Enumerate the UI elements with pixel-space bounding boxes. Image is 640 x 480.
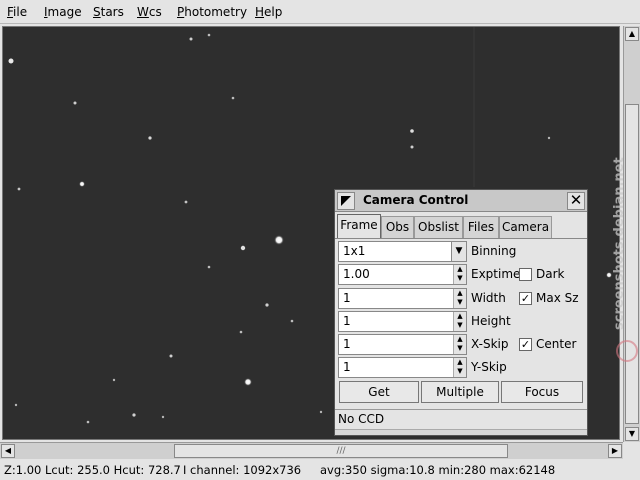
maxsz-label: Max Sz <box>536 291 579 305</box>
height-value: 1 <box>343 314 351 328</box>
scroll-right-arrow-icon[interactable]: ▶ <box>608 444 622 458</box>
maxsz-checkbox[interactable]: ✓ <box>519 292 532 305</box>
menu-image[interactable]: Image <box>44 4 82 20</box>
center-label: Center <box>536 337 577 351</box>
camera-status-bar <box>335 429 587 435</box>
status-bar: Z:1.00 Lcut: 255.0 Hcut: 728.7 I channel… <box>0 460 640 480</box>
close-icon[interactable]: ✕ <box>567 192 585 210</box>
menu-photometry[interactable]: Photometry <box>177 4 247 20</box>
debian-swirl-icon <box>616 340 638 362</box>
camera-window-title: Camera Control <box>363 193 469 207</box>
xskip-field[interactable]: 1 ▲ ▼ <box>338 334 467 355</box>
tab-frame[interactable]: Frame <box>337 214 381 238</box>
horizontal-scrollbar[interactable]: ◀ /// ▶ <box>0 442 623 459</box>
yskip-label: Y-Skip <box>471 360 507 374</box>
multiple-button[interactable]: Multiple <box>421 381 499 403</box>
height-field[interactable]: 1 ▲ ▼ <box>338 311 467 332</box>
exptime-value: 1.00 <box>343 267 370 281</box>
status-stats: avg:350 sigma:10.8 min:280 max:62148 <box>320 463 556 477</box>
yskip-stepper[interactable]: ▲ ▼ <box>453 358 466 377</box>
window-menu-icon[interactable] <box>337 192 355 210</box>
yskip-value: 1 <box>343 360 351 374</box>
tab-obslist[interactable]: Obslist <box>414 216 463 238</box>
xskip-value: 1 <box>343 337 351 351</box>
height-label: Height <box>471 314 511 328</box>
menu-stars[interactable]: Stars <box>93 4 124 20</box>
horizontal-scroll-thumb[interactable]: /// <box>174 444 508 458</box>
exptime-label: Exptime <box>471 267 521 281</box>
width-field[interactable]: 1 ▲ ▼ <box>338 288 467 309</box>
scroll-left-arrow-icon[interactable]: ◀ <box>1 444 15 458</box>
exptime-stepper[interactable]: ▲ ▼ <box>453 265 466 284</box>
focus-button[interactable]: Focus <box>501 381 583 403</box>
width-label: Width <box>471 291 506 305</box>
dark-checkbox[interactable] <box>519 268 532 281</box>
center-checkbox[interactable]: ✓ <box>519 338 532 351</box>
chevron-down-icon[interactable]: ▼ <box>451 241 467 262</box>
height-stepper[interactable]: ▲ ▼ <box>453 312 466 331</box>
dark-label: Dark <box>536 267 565 281</box>
width-value: 1 <box>343 291 351 305</box>
tab-divider <box>335 238 587 239</box>
camera-titlebar[interactable]: Camera Control ✕ <box>335 190 587 212</box>
width-stepper[interactable]: ▲ ▼ <box>453 289 466 308</box>
camera-status: No CCD <box>335 409 587 429</box>
menu-bar: File Image Stars Wcs Photometry Help <box>0 0 640 24</box>
get-button[interactable]: Get <box>339 381 419 403</box>
menu-help[interactable]: Help <box>255 4 282 20</box>
watermark-text: screenshots.debian.net <box>612 157 627 330</box>
scroll-up-arrow-icon[interactable]: ▲ <box>625 27 639 41</box>
scroll-down-arrow-icon[interactable]: ▼ <box>625 427 639 441</box>
scrollbar-corner <box>623 442 640 459</box>
yskip-field[interactable]: 1 ▲ ▼ <box>338 357 467 378</box>
tab-camera[interactable]: Camera <box>499 216 552 238</box>
menu-wcs[interactable]: Wcs <box>137 4 162 20</box>
binning-label: Binning <box>471 244 517 258</box>
binning-combo[interactable]: 1x1 <box>338 241 452 262</box>
menu-file[interactable]: File <box>7 4 27 20</box>
tab-files[interactable]: Files <box>463 216 499 238</box>
status-channel: I channel: 1092x736 <box>183 463 302 477</box>
camera-control-window: Camera Control ✕ Frame Obs Obslist Files… <box>334 189 588 436</box>
tab-obs[interactable]: Obs <box>381 216 414 238</box>
xskip-stepper[interactable]: ▲ ▼ <box>453 335 466 354</box>
exptime-field[interactable]: 1.00 ▲ ▼ <box>338 264 467 285</box>
xskip-label: X-Skip <box>471 337 509 351</box>
status-zoom-cuts: Z:1.00 Lcut: 255.0 Hcut: 728.7 <box>4 463 181 477</box>
